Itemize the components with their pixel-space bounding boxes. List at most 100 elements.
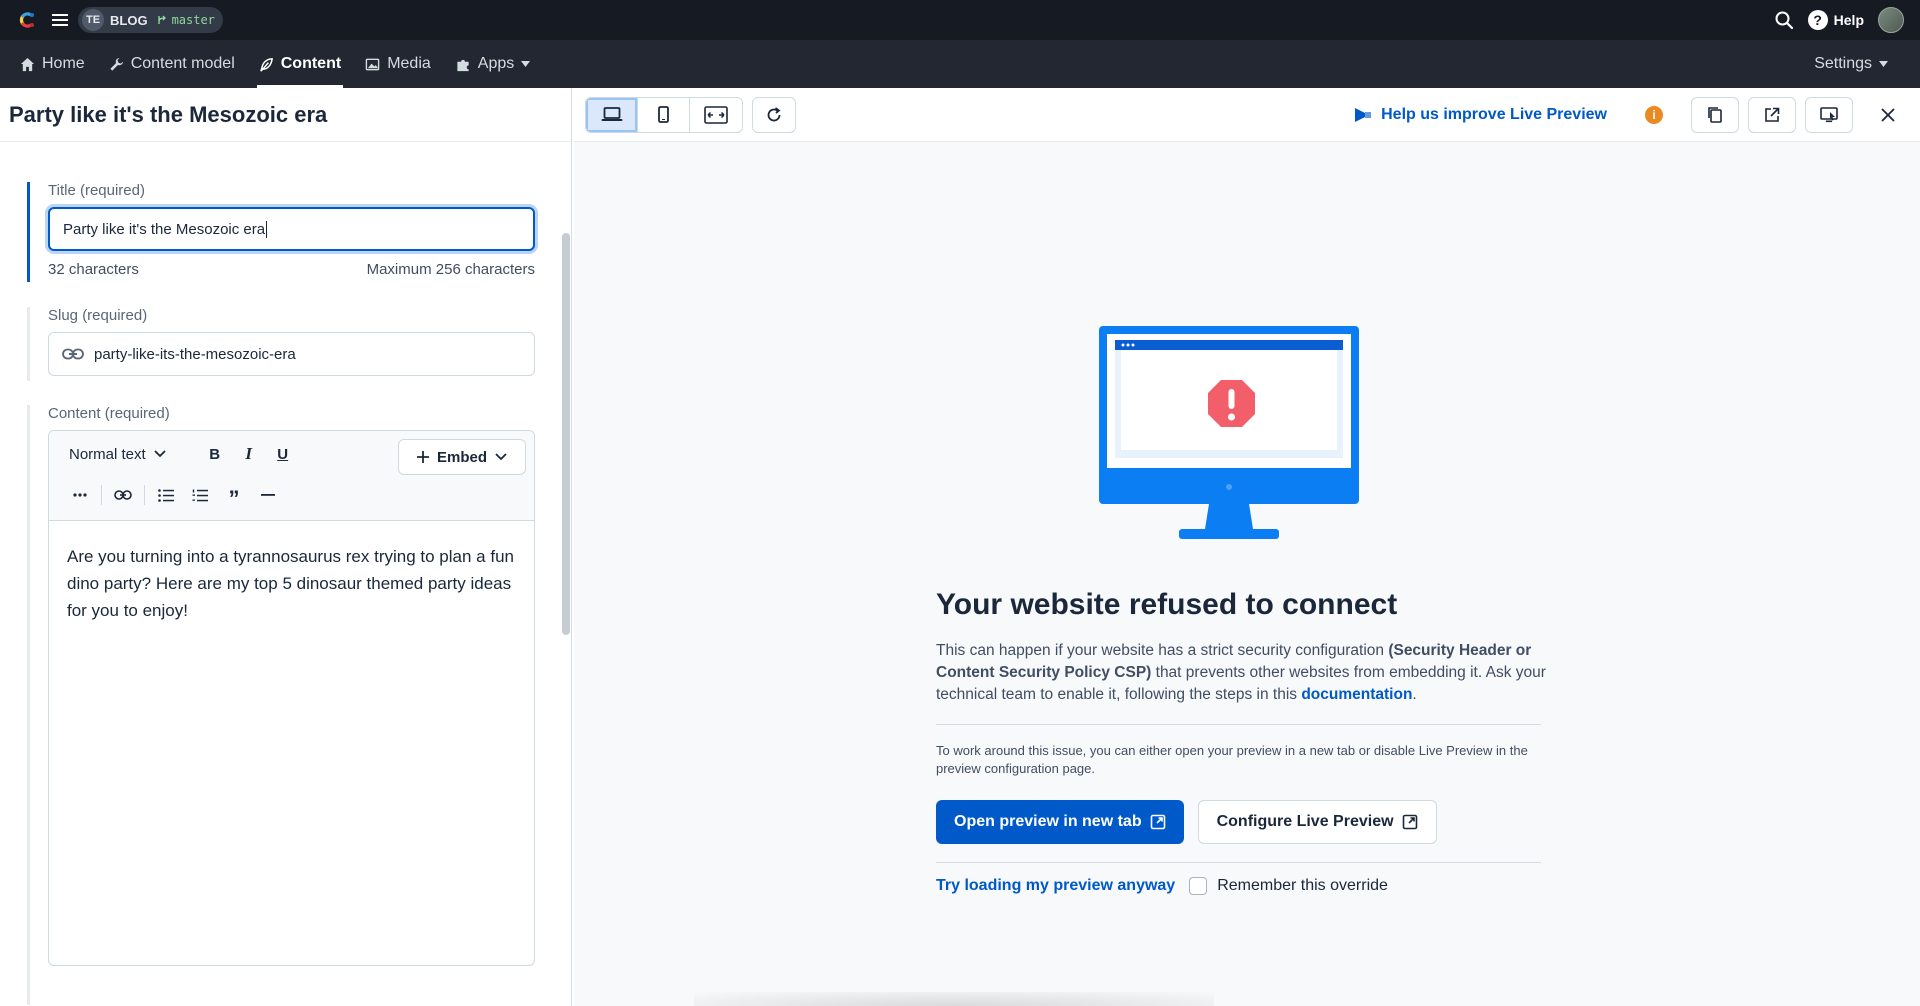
chevron-down-icon xyxy=(495,453,507,461)
embed-button[interactable]: Embed xyxy=(398,439,526,475)
environment-badge: master xyxy=(156,13,215,27)
help-button[interactable]: ? Help xyxy=(1807,10,1864,30)
bold-button[interactable]: B xyxy=(198,439,232,469)
more-horizontal-icon xyxy=(73,493,87,497)
bulleted-list-button[interactable] xyxy=(149,480,183,510)
title-character-count: 32 characters xyxy=(48,261,139,278)
title-field: Title (required) Party like it's the Mes… xyxy=(27,182,535,282)
desktop-view-button[interactable] xyxy=(586,97,638,132)
slug-input[interactable]: party-like-its-the-mesozoic-era xyxy=(48,332,535,376)
text-format-select[interactable]: Normal text xyxy=(63,439,172,469)
caret-down-icon xyxy=(1879,61,1888,67)
link-icon xyxy=(62,347,84,361)
improve-live-preview-link[interactable]: Help us improve Live Preview xyxy=(1353,106,1607,124)
embed-label: Embed xyxy=(436,448,487,466)
nav-item-apps[interactable]: Apps xyxy=(443,40,542,88)
error-description-text: This can happen if your website has a st… xyxy=(936,642,1389,659)
nav-item-content[interactable]: Content xyxy=(247,40,353,88)
nav-label-content-model: Content model xyxy=(130,55,235,72)
plus-icon xyxy=(416,451,429,463)
underline-icon: U xyxy=(277,445,289,463)
divider xyxy=(936,724,1541,725)
configure-live-preview-button[interactable]: Configure Live Preview xyxy=(1197,800,1437,844)
editor-scrollbar[interactable] xyxy=(562,233,570,635)
search-icon[interactable] xyxy=(1774,10,1794,30)
try-loading-preview-link[interactable]: Try loading my preview anyway xyxy=(936,877,1175,895)
rich-text-editor: Normal text B I U Embed ” Are you turnin… xyxy=(48,430,535,966)
title-max-characters: Maximum 256 characters xyxy=(366,261,535,278)
live-preview-panel: Help us improve Live Preview i Your webs… xyxy=(574,88,1920,1006)
copy-button[interactable] xyxy=(1691,96,1739,133)
underline-button[interactable]: U xyxy=(266,439,300,469)
branch-icon xyxy=(156,14,168,26)
mobile-view-button[interactable] xyxy=(638,97,690,132)
help-icon: ? xyxy=(1807,10,1828,30)
configure-live-preview-label: Configure Live Preview xyxy=(1216,813,1394,830)
bottom-shadow xyxy=(694,992,1214,1006)
info-icon[interactable]: i xyxy=(1645,105,1663,124)
quote-icon: ” xyxy=(228,486,240,511)
connection-error: Your website refused to connect This can… xyxy=(936,588,1576,895)
bulleted-list-icon xyxy=(158,488,174,502)
italic-button[interactable]: I xyxy=(232,439,266,469)
home-icon xyxy=(20,57,35,72)
title-field-label: Title (required) xyxy=(48,182,145,199)
open-external-button[interactable] xyxy=(1748,96,1796,133)
content-field-label: Content (required) xyxy=(48,405,170,422)
link-icon xyxy=(114,490,132,500)
rich-text-body[interactable]: Are you turning into a tyrannosaurus rex… xyxy=(49,521,534,646)
space-switcher[interactable]: TE BLOG master xyxy=(78,7,223,33)
bold-icon: B xyxy=(209,445,221,463)
remember-override-checkbox[interactable] xyxy=(1189,877,1208,895)
documentation-link[interactable]: documentation xyxy=(1301,686,1412,703)
horizontal-rule-button[interactable] xyxy=(251,480,285,510)
caret-down-icon xyxy=(521,61,531,67)
text-format-value: Normal text xyxy=(69,445,146,463)
error-description-end: . xyxy=(1412,686,1417,703)
responsive-view-button[interactable] xyxy=(690,97,742,132)
environment-name: master xyxy=(171,13,215,27)
toolbar-divider xyxy=(144,485,145,505)
wrench-icon xyxy=(109,57,124,72)
close-preview-button[interactable] xyxy=(1870,97,1906,133)
external-link-icon xyxy=(1764,107,1780,123)
title-input[interactable]: Party like it's the Mesozoic era xyxy=(48,207,535,251)
nav-item-home[interactable]: Home xyxy=(0,40,97,88)
settings-label: Settings xyxy=(1814,55,1872,72)
top-bar: TE BLOG master ? Help xyxy=(0,0,1920,40)
hyperlink-button[interactable] xyxy=(106,480,140,510)
megaphone-icon xyxy=(1353,106,1373,124)
open-preview-new-tab-button[interactable]: Open preview in new tab xyxy=(936,800,1184,844)
text-caret xyxy=(266,220,268,238)
open-preview-label: Open preview in new tab xyxy=(954,813,1142,830)
nav-label-apps: Apps xyxy=(477,55,515,72)
device-switcher xyxy=(585,96,743,133)
toggle-preview-button[interactable] xyxy=(1805,96,1853,133)
numbered-list-button[interactable] xyxy=(183,480,217,510)
nav-item-media[interactable]: Media xyxy=(353,40,443,88)
settings-menu[interactable]: Settings xyxy=(1802,40,1900,88)
slug-field-label: Slug (required) xyxy=(48,307,148,324)
chevron-down-icon xyxy=(154,450,166,458)
nav-label-home: Home xyxy=(42,55,85,72)
refresh-preview-button[interactable] xyxy=(752,96,796,133)
nav-item-content-model[interactable]: Content model xyxy=(97,40,247,88)
editor-scroll-area: Title (required) Party like it's the Mes… xyxy=(0,143,572,1006)
space-avatar: TE xyxy=(82,9,104,31)
remember-override-label: Remember this override xyxy=(1217,877,1388,894)
user-avatar[interactable] xyxy=(1878,7,1904,33)
mobile-phone-icon xyxy=(658,106,669,123)
more-options-button[interactable] xyxy=(63,480,97,510)
puzzle-icon xyxy=(455,57,471,72)
help-label: Help xyxy=(1833,12,1864,28)
remember-override-option[interactable]: Remember this override xyxy=(1189,877,1388,895)
error-illustration xyxy=(1097,324,1361,548)
preview-toolbar: Help us improve Live Preview i xyxy=(574,88,1920,142)
entry-editor: Party like it's the Mesozoic era Title (… xyxy=(0,88,572,1006)
contentful-logo-icon[interactable] xyxy=(16,9,38,31)
menu-icon[interactable] xyxy=(50,10,70,30)
space-name: BLOG xyxy=(110,12,148,28)
divider xyxy=(936,862,1541,863)
quote-button[interactable]: ” xyxy=(217,480,251,510)
error-description: This can happen if your website has a st… xyxy=(936,640,1576,706)
